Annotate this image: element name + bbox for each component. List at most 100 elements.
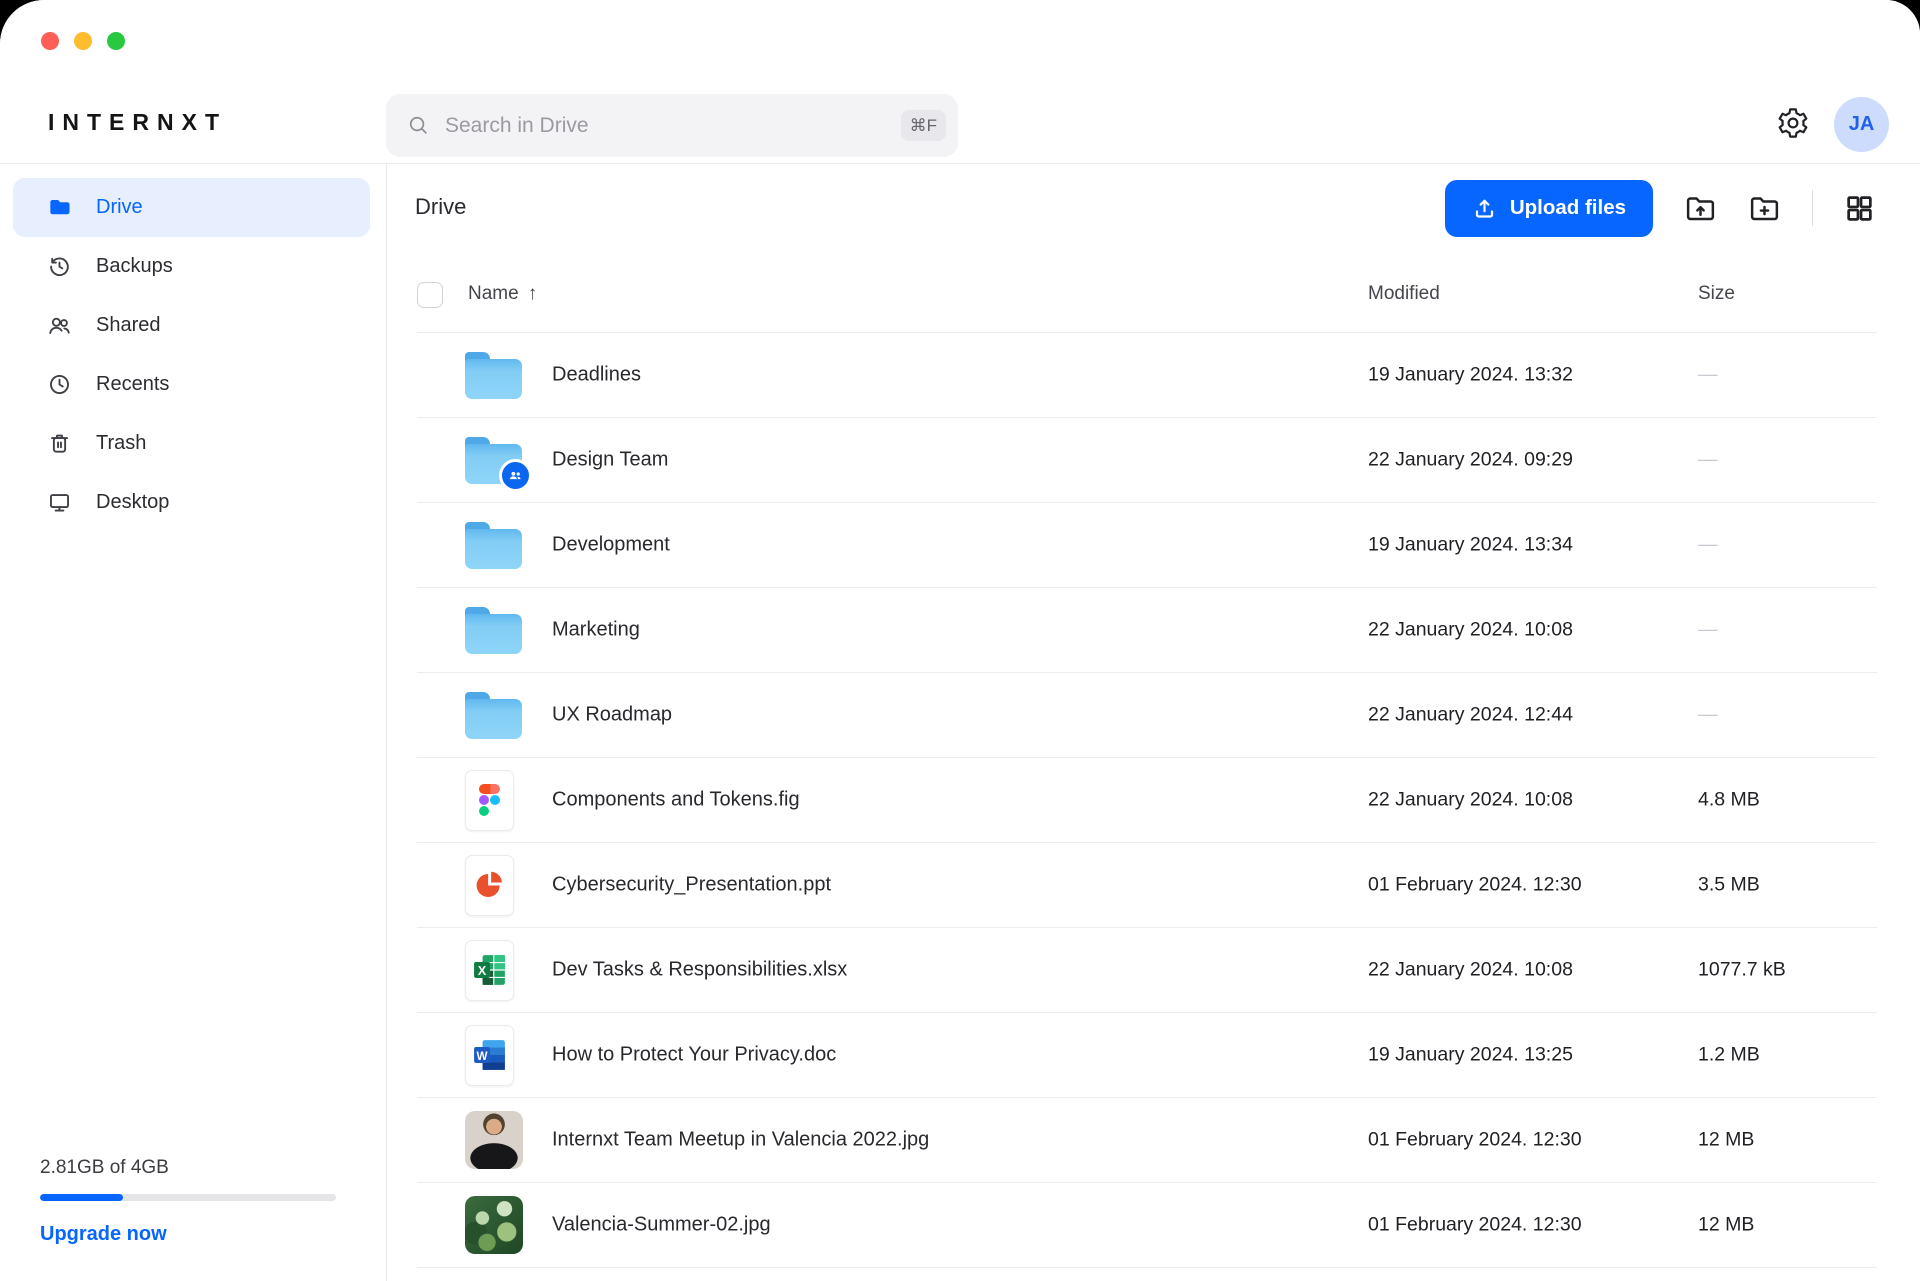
table-row[interactable]: Design Team 22 January 2024. 09:29 — — [417, 418, 1877, 503]
table-row[interactable]: Internxt Team Meetup in Valencia 2022.jp… — [417, 1098, 1877, 1183]
upload-folder-button[interactable] — [1684, 191, 1717, 225]
svg-text:W: W — [476, 1050, 487, 1063]
photo-thumbnail — [465, 1111, 523, 1169]
page-title: Drive — [415, 194, 466, 220]
file-size: 4.8 MB — [1698, 789, 1760, 812]
zoom-window-button[interactable] — [107, 32, 125, 50]
table-row[interactable]: UX Roadmap22 January 2024. 12:44— — [417, 673, 1877, 758]
search-input[interactable] — [443, 113, 901, 139]
settings-button[interactable] — [1775, 106, 1811, 142]
file-size: — — [1698, 364, 1718, 387]
table-row[interactable]: Development19 January 2024. 13:34— — [417, 503, 1877, 588]
sort-asc-icon: ↑ — [528, 283, 538, 304]
upload-files-button[interactable]: Upload files — [1445, 180, 1653, 237]
gear-icon — [1776, 106, 1810, 140]
storage-progress-fill — [40, 1194, 123, 1201]
folder-icon — [465, 692, 522, 739]
file-icon-cell — [465, 503, 522, 587]
window-controls — [41, 32, 125, 50]
file-name: Components and Tokens.fig — [552, 789, 800, 812]
file-icon-cell: X — [465, 928, 514, 1012]
folder-icon — [465, 352, 522, 399]
toolbar-divider — [1812, 190, 1813, 226]
file-modified-date: 01 February 2024. 12:30 — [1368, 1129, 1582, 1152]
sidebar-item-backups[interactable]: Backups — [13, 237, 370, 296]
file-name: How to Protect Your Privacy.doc — [552, 1044, 836, 1067]
powerpoint-file-icon — [465, 855, 514, 916]
app-window: INTERNXT ⌘F JA DriveBackupsSharedRecents… — [0, 0, 1920, 1281]
table-row[interactable]: Marketing22 January 2024. 10:08— — [417, 588, 1877, 673]
sidebar-item-shared[interactable]: Shared — [13, 296, 370, 355]
file-icon-cell — [465, 673, 522, 757]
column-header-modified: Modified — [1368, 283, 1440, 305]
sidebar-item-drive[interactable]: Drive — [13, 178, 370, 237]
table-row[interactable]: Cybersecurity_Presentation.ppt 01 Februar… — [417, 843, 1877, 928]
table-row[interactable]: Components and Tokens.fig 22 January 2024… — [417, 758, 1877, 843]
user-avatar[interactable]: JA — [1834, 97, 1889, 152]
upload-icon — [1472, 196, 1497, 221]
storage-widget: 2.81GB of 4GB Upgrade now — [40, 1157, 336, 1246]
figma-file-icon — [465, 770, 514, 831]
file-name: Design Team — [552, 449, 668, 472]
sidebar-item-label: Shared — [96, 314, 161, 337]
file-size: — — [1698, 449, 1718, 472]
svg-text:X: X — [477, 963, 486, 978]
file-icon-cell — [465, 843, 514, 927]
upgrade-now-link[interactable]: Upgrade now — [40, 1223, 167, 1246]
sidebar-item-trash[interactable]: Trash — [13, 414, 370, 473]
minimize-window-button[interactable] — [74, 32, 92, 50]
file-table-body: Deadlines19 January 2024. 13:32—Design T… — [417, 333, 1877, 1268]
file-icon-cell — [465, 418, 522, 502]
sidebar-item-desktop[interactable]: Desktop — [13, 473, 370, 532]
file-name: Cybersecurity_Presentation.ppt — [552, 874, 831, 897]
table-row[interactable]: Deadlines 19 January 2024. 13:32 — — [417, 333, 1877, 418]
grid-view-button[interactable] — [1844, 191, 1875, 225]
internxt-logo: INTERNXT — [48, 109, 227, 136]
file-icon-cell — [465, 333, 522, 417]
file-modified-date: 19 January 2024. 13:34 — [1368, 534, 1573, 557]
file-modified-date: 22 January 2024. 10:08 — [1368, 619, 1573, 642]
column-header-name[interactable]: Name↑ — [468, 283, 537, 305]
file-name: Internxt Team Meetup in Valencia 2022.jp… — [552, 1129, 929, 1152]
file-size: 1.2 MB — [1698, 1044, 1760, 1067]
file-modified-date: 19 January 2024. 13:32 — [1368, 364, 1573, 387]
search-bar[interactable]: ⌘F — [386, 94, 958, 157]
file-modified-date: 22 January 2024. 09:29 — [1368, 449, 1573, 472]
excel-file-icon: X — [465, 940, 514, 1001]
file-modified-date: 22 January 2024. 12:44 — [1368, 704, 1573, 727]
file-table-header: Name↑ Modified Size — [417, 261, 1877, 333]
folder-shared-icon — [465, 437, 522, 484]
file-icon-cell: W — [465, 1013, 514, 1097]
file-table: Name↑ Modified Size Deadlines 19 January … — [417, 261, 1877, 1268]
sidebar-nav: DriveBackups Shared Recents Trash Desktop — [13, 178, 370, 532]
folder-icon — [465, 607, 522, 654]
word-file-icon: W — [465, 1025, 514, 1086]
file-size: — — [1698, 534, 1718, 557]
toolbar: Upload files — [1445, 179, 1875, 237]
table-row[interactable]: W How to Protect Your Privacy.doc 19 Janua… — [417, 1013, 1877, 1098]
file-icon-cell — [465, 758, 514, 842]
history-icon — [47, 254, 72, 279]
main-content: Drive Upload files Name↑ Modified Si — [388, 164, 1920, 1281]
file-name: Valencia-Summer-02.jpg — [552, 1214, 771, 1237]
folder-icon — [465, 522, 522, 569]
file-modified-date: 01 February 2024. 12:30 — [1368, 874, 1582, 897]
folder-icon — [47, 195, 72, 220]
sidebar-item-recents[interactable]: Recents — [13, 355, 370, 414]
upload-files-label: Upload files — [1510, 196, 1626, 220]
shared-badge — [499, 459, 532, 492]
users-icon — [47, 313, 72, 338]
close-window-button[interactable] — [41, 32, 59, 50]
new-folder-button[interactable] — [1748, 191, 1781, 225]
table-row[interactable]: Valencia-Summer-02.jpg01 February 2024. … — [417, 1183, 1877, 1268]
file-modified-date: 22 January 2024. 10:08 — [1368, 789, 1573, 812]
file-size: — — [1698, 619, 1718, 642]
select-all-checkbox[interactable] — [417, 282, 443, 308]
sidebar-item-label: Trash — [96, 432, 146, 455]
file-name: Deadlines — [552, 364, 641, 387]
top-bar: INTERNXT ⌘F JA — [0, 0, 1920, 164]
grid-view-icon — [1844, 193, 1875, 224]
table-row[interactable]: XDev Tasks & Responsibilities.xlsx22 Jan… — [417, 928, 1877, 1013]
file-modified-date: 19 January 2024. 13:25 — [1368, 1044, 1573, 1067]
photo-thumbnail — [465, 1196, 523, 1254]
